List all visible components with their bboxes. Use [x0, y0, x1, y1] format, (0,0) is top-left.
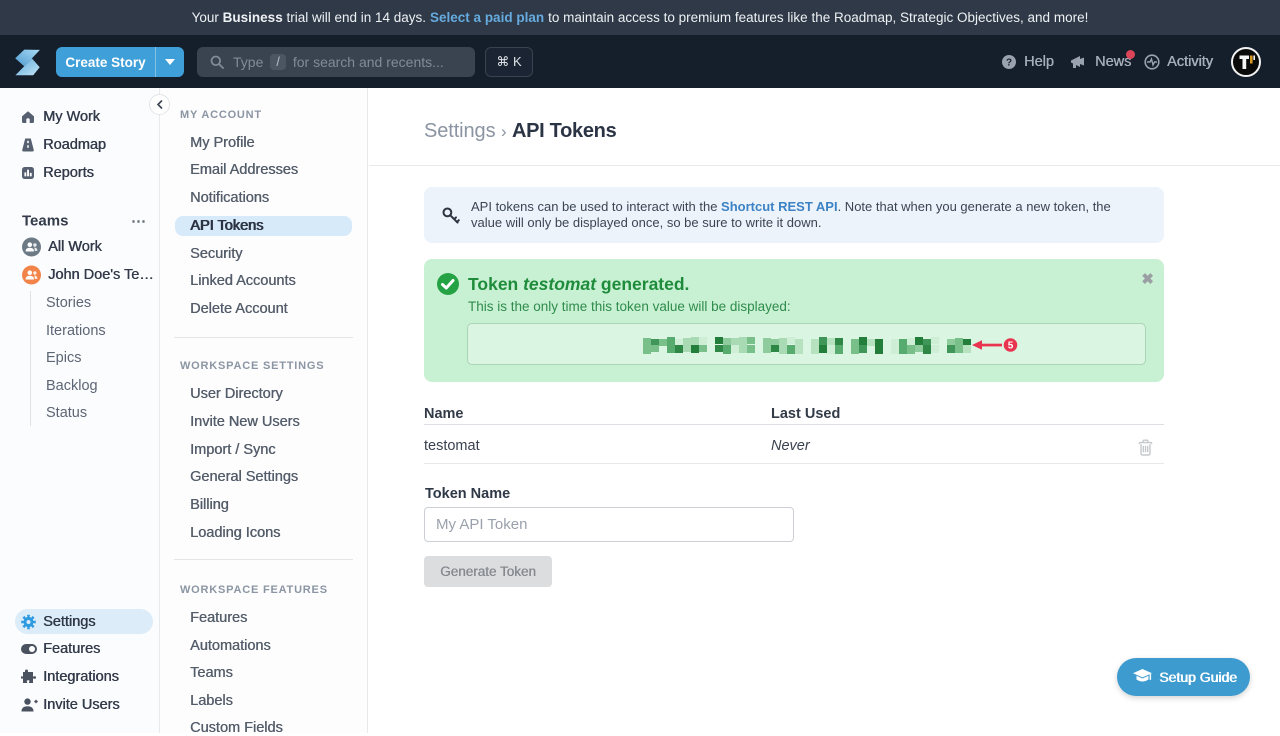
svg-text:?: ?	[1006, 58, 1012, 69]
svg-text:5: 5	[1008, 341, 1014, 352]
